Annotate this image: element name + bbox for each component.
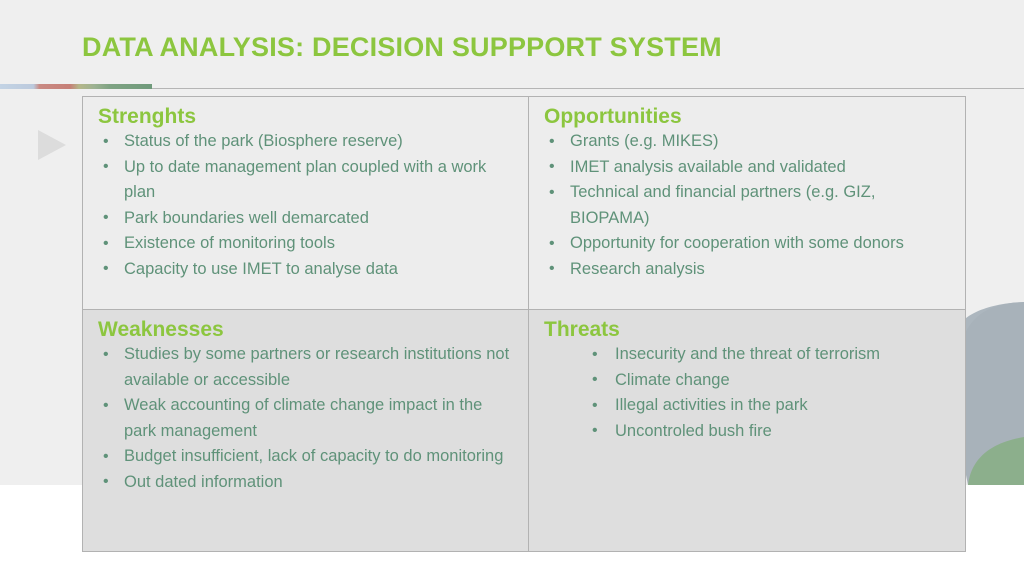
swot-cell-threats: Threats Insecurity and the threat of ter…: [529, 310, 965, 551]
list-item: Capacity to use IMET to analyse data: [93, 256, 514, 283]
list-item: Up to date management plan coupled with …: [93, 154, 514, 206]
list-item: Research analysis: [539, 256, 951, 283]
list-item: Insecurity and the threat of terrorism: [539, 342, 951, 368]
swot-cell-weaknesses: Weaknesses Studies by some partners or r…: [83, 310, 529, 551]
swot-table: Strenghts Status of the park (Biosphere …: [82, 96, 966, 552]
strengths-list: Status of the park (Biosphere reserve) U…: [93, 129, 514, 282]
shape-green-overlay: [968, 437, 1024, 485]
list-item: IMET analysis available and validated: [539, 154, 951, 181]
strengths-heading: Strenghts: [98, 105, 197, 128]
list-item: Uncontroled bush fire: [539, 418, 951, 445]
page-title: DATA ANALYSIS: DECISION SUPPPORT SYSTEM: [82, 32, 722, 62]
header-divider: [0, 88, 1024, 89]
list-item: Illegal activities in the park: [539, 393, 951, 419]
list-item: Weak accounting of climate change impact…: [93, 393, 514, 444]
opportunities-list: Grants (e.g. MIKES) IMET analysis availa…: [539, 129, 951, 282]
swot-cell-opportunities: Opportunities Grants (e.g. MIKES) IMET a…: [529, 97, 965, 309]
list-item: Climate change: [539, 367, 951, 394]
weaknesses-heading: Weaknesses: [98, 318, 224, 341]
list-item: Grants (e.g. MIKES): [539, 129, 951, 155]
list-item: Technical and financial partners (e.g. G…: [539, 180, 951, 231]
play-triangle-icon: [38, 130, 66, 160]
list-item: Studies by some partners or research ins…: [93, 342, 514, 393]
shape-green-curve: [968, 430, 1024, 485]
swot-row-top: Strenghts Status of the park (Biosphere …: [83, 97, 965, 310]
header-accent-bar: [0, 84, 152, 89]
opportunities-heading: Opportunities: [544, 105, 682, 128]
list-item: Status of the park (Biosphere reserve): [93, 129, 514, 155]
swot-row-bottom: Weaknesses Studies by some partners or r…: [83, 310, 965, 551]
shape-blue-gray-curve: [958, 302, 1024, 485]
swot-cell-strengths: Strenghts Status of the park (Biosphere …: [83, 97, 529, 309]
list-item: Park boundaries well demarcated: [93, 205, 514, 232]
slide-canvas: DATA ANALYSIS: DECISION SUPPPORT SYSTEM …: [0, 0, 1024, 576]
threats-list: Insecurity and the threat of terrorism C…: [539, 342, 951, 444]
list-item: Budget insufficient, lack of capacity to…: [93, 444, 514, 470]
list-item: Existence of monitoring tools: [93, 231, 514, 257]
list-item: Opportunity for cooperation with some do…: [539, 231, 951, 257]
list-item: Out dated information: [93, 469, 514, 496]
weaknesses-list: Studies by some partners or research ins…: [93, 342, 514, 495]
threats-heading: Threats: [544, 318, 620, 341]
